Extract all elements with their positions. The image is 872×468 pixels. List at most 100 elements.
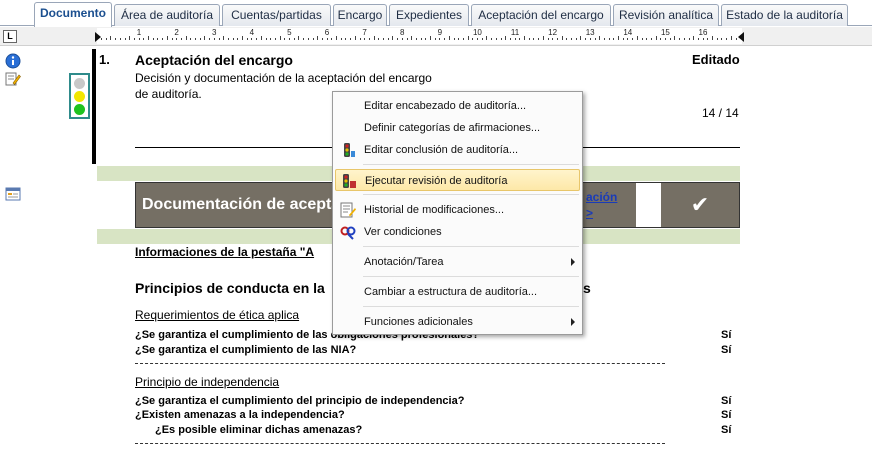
ruler-tick: [171, 38, 173, 40]
right-indent-marker[interactable]: [738, 32, 744, 42]
ruler-tick: [115, 38, 117, 40]
traffic-light-indicator[interactable]: [69, 73, 90, 119]
tab-expedientes[interactable]: Expedientes: [389, 4, 469, 26]
menu-item-view-conditions[interactable]: Ver condiciones: [335, 221, 580, 243]
ruler-tick: [321, 38, 323, 40]
dotted-divider: [135, 443, 665, 444]
ruler-tick: [627, 38, 629, 40]
ruler-tick: [561, 36, 563, 40]
ruler-tick: [331, 38, 333, 40]
ruler-tick: [411, 36, 413, 40]
ruler-tick: [519, 38, 521, 40]
info-tab-heading: Informaciones de la pestaña "A: [135, 245, 315, 259]
traffic-light-icon: [344, 143, 355, 157]
edit-note-icon[interactable]: [5, 71, 21, 87]
ruler-tick: [326, 38, 328, 40]
ruler-tick: [697, 38, 699, 40]
menu-item-label: Editar conclusión de auditoría...: [364, 144, 519, 156]
band-link-cell[interactable]: ación >: [586, 183, 661, 227]
answer-1[interactable]: Sí: [721, 329, 731, 341]
menu-item-switch-audit-structure[interactable]: Cambiar a estructura de auditoría...: [335, 281, 580, 303]
ruler-tick: [218, 38, 220, 40]
menu-item-label: Editar encabezado de auditoría...: [364, 100, 527, 112]
ruler-tick: [256, 38, 258, 40]
ruler-number: 1: [136, 28, 142, 37]
menu-item-edit-audit-conclusion[interactable]: Editar conclusión de auditoría...: [335, 139, 580, 161]
ruler-tick: [279, 36, 281, 40]
ruler-tick: [260, 36, 262, 40]
answer-5[interactable]: Sí: [721, 424, 731, 436]
traffic-light-gray: [74, 78, 85, 89]
menu-item-define-assertion-categories[interactable]: Definir categorías de afirmaciones...: [335, 117, 580, 139]
ruler-number: 15: [660, 28, 670, 37]
ruler-tick: [702, 38, 704, 40]
tab-bar: Documento Área de auditoría Cuentas/part…: [0, 0, 872, 27]
menu-item-change-history[interactable]: Historial de modificaciones...: [335, 199, 580, 221]
ruler-tick: [585, 38, 587, 40]
ruler-tick: [603, 38, 605, 40]
ruler-tick: [439, 38, 441, 40]
status-label: Editado: [692, 52, 740, 67]
menu-item-run-audit-review[interactable]: Ejecutar revisión de auditoría: [335, 169, 580, 191]
conditions-icon: [340, 226, 356, 240]
ruler-number: 12: [548, 28, 558, 37]
ruler-number: 8: [399, 28, 405, 37]
ruler-tick: [716, 38, 718, 40]
menu-item-additional-functions[interactable]: Funciones adicionales: [335, 311, 580, 333]
ruler-tick: [528, 38, 530, 40]
ruler-row: L 1 2 3 4 5 6 7 8 9 10 11 12 13 14 15 16: [0, 27, 872, 46]
answer-3[interactable]: Sí: [721, 395, 731, 407]
ruler-tick: [317, 36, 319, 40]
menu-separator: [363, 276, 579, 277]
ruler-tick: [444, 38, 446, 40]
ruler-tick: [688, 38, 690, 40]
tab-estado-de-la-auditoria[interactable]: Estado de la auditoría: [721, 4, 848, 26]
left-indent-marker[interactable]: [95, 32, 101, 42]
tab-area-de-auditoria[interactable]: Área de auditoría: [114, 4, 220, 26]
answer-2[interactable]: Sí: [721, 344, 731, 356]
ruler-tick: [397, 38, 399, 40]
ruler-number: 4: [249, 28, 255, 37]
ruler-tick: [148, 36, 149, 40]
tab-stop-selector[interactable]: L: [3, 30, 17, 43]
conduct-principles-heading-tail: s: [583, 280, 591, 296]
ruler-tick: [246, 38, 248, 40]
ruler-tick: [119, 38, 121, 40]
ruler-tick: [453, 38, 455, 40]
band-link-line1[interactable]: ación: [586, 190, 617, 204]
ruler-tick: [707, 38, 709, 40]
tab-aceptacion-del-encargo[interactable]: Aceptación del encargo: [471, 4, 611, 26]
ruler-tick: [223, 36, 225, 40]
ruler-tick: [566, 38, 568, 40]
ruler-tick: [655, 36, 657, 40]
form-icon[interactable]: [5, 186, 21, 202]
ruler-tick: [185, 36, 187, 40]
ruler-tick: [481, 38, 483, 40]
tab-revision-analitica[interactable]: Revisión analítica: [613, 4, 719, 26]
tab-documento[interactable]: Documento: [34, 2, 112, 27]
ruler-tick: [373, 36, 375, 40]
ruler[interactable]: 1 2 3 4 5 6 7 8 9 10 11 12 13 14 15 16: [95, 28, 744, 44]
ethics-heading: Requerimientos de ética aplica: [135, 308, 300, 322]
ruler-tick: [232, 38, 234, 40]
tab-encargo[interactable]: Encargo: [333, 4, 387, 26]
tab-cuentas-partidas[interactable]: Cuentas/partidas: [222, 4, 331, 26]
ruler-tick: [359, 38, 361, 40]
ruler-tick: [448, 36, 450, 40]
menu-item-edit-audit-header[interactable]: Editar encabezado de auditoría...: [335, 95, 580, 117]
ruler-tick: [199, 38, 201, 40]
answer-4[interactable]: Sí: [721, 409, 731, 421]
ruler-tick: [190, 38, 192, 40]
menu-item-label: Anotación/Tarea: [364, 256, 444, 268]
info-icon[interactable]: [5, 53, 21, 69]
menu-item-label: Cambiar a estructura de auditoría...: [364, 286, 538, 298]
traffic-light-yellow: [74, 91, 85, 102]
band-link-line2[interactable]: >: [586, 206, 593, 220]
menu-separator: [363, 246, 579, 247]
band-title: Documentación de acepta: [142, 196, 341, 213]
ruler-tick: [124, 38, 126, 40]
ruler-tick: [350, 38, 352, 40]
menu-item-annotation-task[interactable]: Anotación/Tarea: [335, 251, 580, 273]
ruler-tick: [237, 38, 239, 40]
ruler-tick: [575, 38, 577, 40]
